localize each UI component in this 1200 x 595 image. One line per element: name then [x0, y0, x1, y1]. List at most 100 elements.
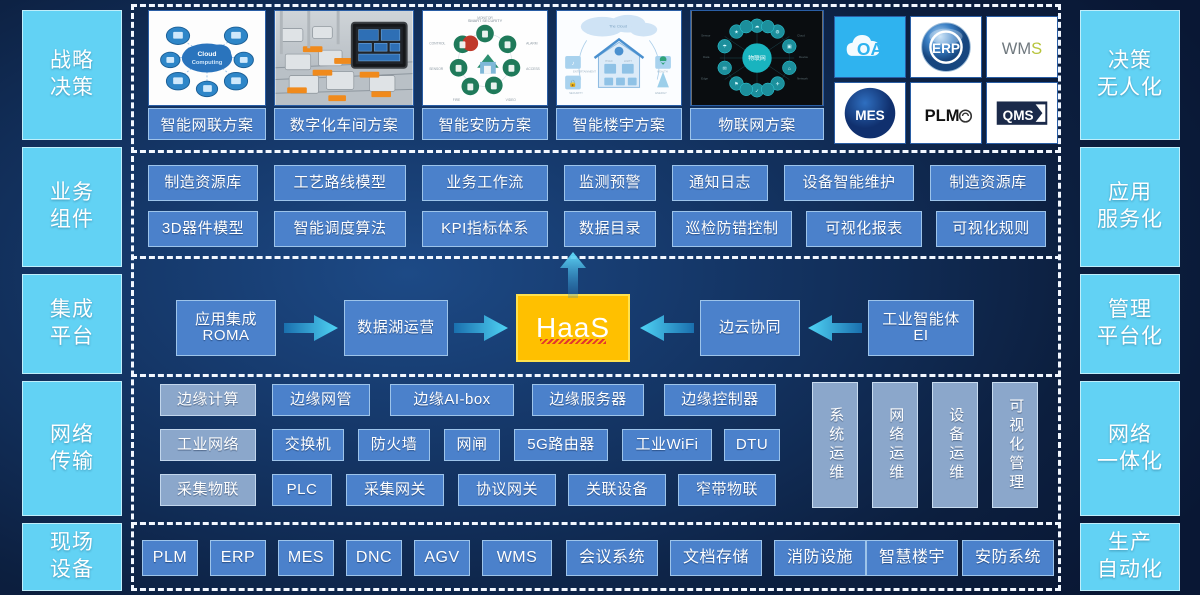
qms-badge-logo[interactable]: QMS	[986, 82, 1058, 144]
right-rail-item-3-line-1: 一体化	[1097, 449, 1163, 473]
business-component-5[interactable]: 设备智能维护	[784, 165, 914, 201]
oa-cloud-logo[interactable]: OA	[834, 16, 906, 78]
svg-text:VIDEO: VIDEO	[506, 98, 517, 102]
left-rail-item-3[interactable]: 网络 传输	[22, 381, 122, 516]
ops-column-2[interactable]: 设备运维	[932, 382, 978, 508]
business-component-2[interactable]: 业务工作流	[422, 165, 548, 201]
right-rail-item-1[interactable]: 应用 服务化	[1080, 147, 1180, 267]
network-item-3[interactable]: 协议网关	[458, 474, 556, 506]
right_chain-box-1[interactable]: 工业智能体 EI	[868, 300, 974, 356]
network-item-0[interactable]: 采集物联	[160, 474, 256, 506]
svg-text:MES: MES	[855, 108, 884, 123]
network-item-2[interactable]: 防火墙	[358, 429, 430, 461]
network-item-6[interactable]: DTU	[724, 429, 780, 461]
network-item-1[interactable]: 边缘网管	[272, 384, 370, 416]
right-rail-item-3[interactable]: 网络 一体化	[1080, 381, 1180, 516]
business-component-4[interactable]: 通知日志	[672, 165, 768, 201]
iot-ring-diagram: 物联网 ☁ ⚙ ▣ ⌂ ✈ ✓ ⚑ ✉ ☂ ★ Cloud Device Network Sen…	[690, 10, 824, 106]
svg-text:WMS: WMS	[1002, 39, 1042, 58]
network-item-2[interactable]: 边缘AI-box	[390, 384, 514, 416]
network-item-2[interactable]: 采集网关	[346, 474, 444, 506]
business-component-1[interactable]: 工艺路线模型	[274, 165, 406, 201]
right-rail-item-2[interactable]: 管理 平台化	[1080, 274, 1180, 374]
business-component-6[interactable]: 可视化规则	[936, 211, 1046, 247]
svg-text:ENERGY: ENERGY	[655, 91, 667, 95]
business-component-3[interactable]: 数据目录	[564, 211, 656, 247]
solution-card-4[interactable]: 物联网 ☁ ⚙ ▣ ⌂ ✈ ✓ ⚑ ✉ ☂ ★ Cloud Device Network Sen…	[690, 10, 824, 140]
solution-card-1[interactable]: 数字化车间方案	[274, 10, 414, 140]
field-device-0[interactable]: PLM	[142, 540, 198, 576]
field-device-5[interactable]: WMS	[482, 540, 552, 576]
field-device-6[interactable]: 会议系统	[566, 540, 658, 576]
network-item-0[interactable]: 边缘计算	[160, 384, 256, 416]
plm-text-logo[interactable]: PLM	[910, 82, 982, 144]
network-item-4[interactable]: 5G路由器	[514, 429, 608, 461]
haas-center-box[interactable]: HaaS	[516, 294, 630, 362]
network-item-3[interactable]: 网闸	[444, 429, 500, 461]
wms-text-logo[interactable]: WMS	[986, 16, 1058, 78]
left-rail-item-2[interactable]: 集成 平台	[22, 274, 122, 374]
business-component-5[interactable]: 可视化报表	[806, 211, 922, 247]
left-rail-item-4[interactable]: 现场 设备	[22, 523, 122, 591]
network-item-0[interactable]: 工业网络	[160, 429, 256, 461]
field-device-2[interactable]: MES	[278, 540, 334, 576]
right_chain-box-1-line-0: 工业智能体	[882, 310, 960, 328]
network-item-4[interactable]: 关联设备	[568, 474, 666, 506]
right-rail-item-0-line-0: 决策	[1108, 49, 1152, 73]
business-component-3[interactable]: 监测预警	[564, 165, 656, 201]
ops-column-0[interactable]: 系统运维	[812, 382, 858, 508]
left_chain-box-1[interactable]: 数据湖运营	[344, 300, 448, 356]
solution-card-label-3: 智能楼宇方案	[556, 108, 682, 140]
svg-text:HVAC: HVAC	[605, 59, 612, 63]
erp-sphere-logo[interactable]: ERP	[910, 16, 982, 78]
field-device-4[interactable]: AGV	[414, 540, 470, 576]
left-rail-item-0[interactable]: 战略 决策	[22, 10, 122, 140]
business-component-4[interactable]: 巡检防错控制	[672, 211, 792, 247]
left_chain-box-0[interactable]: 应用集成 ROMA	[176, 300, 276, 356]
arrow-ei-to-edgecloud	[808, 314, 862, 347]
business-component-1[interactable]: 智能调度算法	[274, 211, 406, 247]
ops-column-1[interactable]: 网络运维	[872, 382, 918, 508]
svg-text:Computing: Computing	[192, 60, 223, 66]
left-rail-item-1[interactable]: 业务 组件	[22, 147, 122, 267]
svg-text:ALARM: ALARM	[526, 41, 538, 45]
digital-workshop-photo	[274, 10, 414, 106]
left-rail-item-0-line-0: 战略	[50, 49, 94, 73]
right-rail-item-3-line-0: 网络	[1108, 422, 1152, 446]
solution-card-2[interactable]: SMART SECURITY MONITOR ALARM ACCESS VIDE…	[422, 10, 548, 140]
cloud-computing-diagram: Cloud Computing	[148, 10, 266, 106]
field-device-9[interactable]: 智慧楼宇	[866, 540, 958, 576]
business-component-0[interactable]: 制造资源库	[148, 165, 258, 201]
svg-text:Edge: Edge	[701, 77, 708, 81]
field-device-1[interactable]: ERP	[210, 540, 266, 576]
network-item-5[interactable]: 窄带物联	[678, 474, 776, 506]
left_chain-box-0-line-1: ROMA	[202, 327, 250, 344]
svg-text:Device: Device	[799, 55, 808, 59]
network-item-4[interactable]: 边缘控制器	[664, 384, 776, 416]
business-component-0[interactable]: 3D器件模型	[148, 211, 258, 247]
arrow-roma-to-datalake	[284, 314, 338, 347]
right-rail-item-0[interactable]: 决策 无人化	[1080, 10, 1180, 140]
network-item-1[interactable]: PLC	[272, 474, 332, 506]
mes-circle-logo[interactable]: MES	[834, 82, 906, 144]
svg-text:Sensor: Sensor	[701, 33, 710, 37]
network-item-3[interactable]: 边缘服务器	[532, 384, 644, 416]
svg-text:ACCESS: ACCESS	[526, 67, 540, 71]
field-device-3[interactable]: DNC	[346, 540, 402, 576]
business-component-6[interactable]: 制造资源库	[930, 165, 1046, 201]
svg-text:QMS: QMS	[1003, 108, 1034, 123]
right-rail-item-4[interactable]: 生产 自动化	[1080, 523, 1180, 591]
svg-text:SENSOR: SENSOR	[429, 67, 444, 71]
ops-column-3[interactable]: 可视化管理	[992, 382, 1038, 508]
solution-card-3[interactable]: The Cloud ♪ 🔒 ENTERTAINMENT SECURITY HEA…	[556, 10, 682, 140]
field-device-7[interactable]: 文档存储	[670, 540, 762, 576]
field-device-10[interactable]: 安防系统	[962, 540, 1054, 576]
business-component-2[interactable]: KPI指标体系	[422, 211, 548, 247]
right_chain-box-0[interactable]: 边云协同	[700, 300, 800, 356]
svg-text:OA: OA	[857, 39, 884, 59]
svg-text:★: ★	[734, 30, 739, 36]
field-device-8[interactable]: 消防设施	[774, 540, 866, 576]
network-item-5[interactable]: 工业WiFi	[622, 429, 712, 461]
network-item-1[interactable]: 交换机	[272, 429, 344, 461]
solution-card-0[interactable]: Cloud Computing 智能网联方案	[148, 10, 266, 140]
